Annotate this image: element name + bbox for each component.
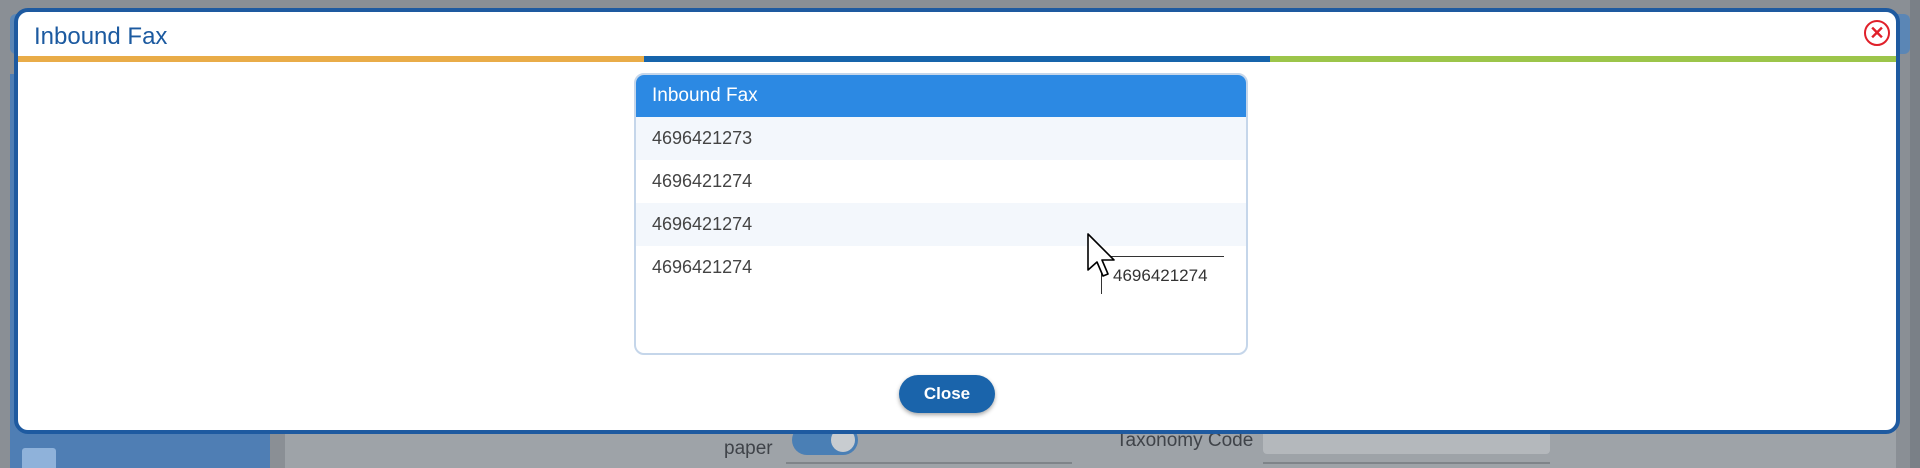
- background-right-strip: [1910, 0, 1920, 468]
- close-button[interactable]: Close: [899, 375, 995, 413]
- modal-title: Inbound Fax: [34, 23, 168, 50]
- background-divider: [1263, 462, 1550, 464]
- tooltip: 4696421274: [1113, 266, 1208, 285]
- color-bar-blue: [644, 56, 1270, 62]
- tooltip-border: [1108, 256, 1224, 257]
- list-item[interactable]: 4696421274: [636, 160, 1246, 203]
- modal-header: Inbound Fax ✕: [18, 12, 1896, 62]
- list-item[interactable]: 4696421273: [636, 117, 1246, 160]
- mouse-cursor-icon: [1087, 233, 1115, 277]
- folder-icon: [22, 448, 56, 468]
- background-divider: [786, 462, 1072, 464]
- inbound-fax-list: Inbound Fax 4696421273 4696421274 469642…: [634, 73, 1248, 355]
- color-bar-orange: [18, 56, 644, 62]
- list-header: Inbound Fax: [636, 75, 1246, 117]
- color-bar-green: [1270, 56, 1896, 62]
- list-item[interactable]: 4696421274: [636, 203, 1246, 246]
- header-color-bar: [18, 56, 1896, 62]
- paper-label: paper: [724, 438, 773, 459]
- close-circle-icon[interactable]: ✕: [1864, 20, 1890, 46]
